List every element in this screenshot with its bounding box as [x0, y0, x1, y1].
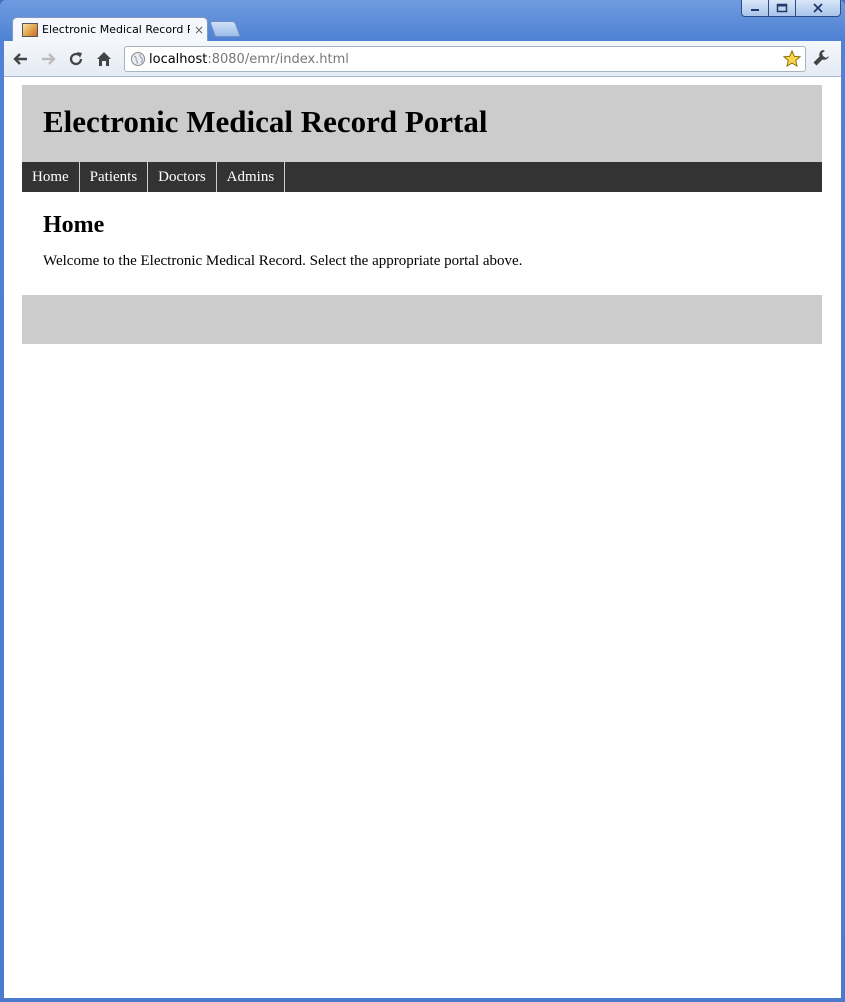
browser-toolbar: localhost:8080/emr/index.html: [4, 41, 841, 77]
url-path: :8080/emr/index.html: [207, 51, 349, 67]
site-header: Electronic Medical Record Portal: [22, 85, 822, 162]
url-text: localhost:8080/emr/index.html: [149, 52, 349, 67]
back-button[interactable]: [10, 48, 32, 70]
wrench-icon[interactable]: [812, 49, 830, 67]
welcome-text: Welcome to the Electronic Medical Record…: [43, 253, 523, 269]
tab-strip: Electronic Medical Record Portal ×: [0, 15, 845, 41]
star-icon[interactable]: [783, 50, 801, 68]
tab-active[interactable]: Electronic Medical Record Portal ×: [12, 17, 208, 41]
page-heading: Home: [43, 212, 105, 238]
home-icon: [97, 52, 111, 66]
close-icon: [813, 3, 823, 13]
back-arrow-icon: [13, 53, 27, 65]
nav-patients[interactable]: Patients: [80, 162, 149, 192]
main-content: Home Welcome to the Electronic Medical R…: [22, 192, 822, 295]
home-button[interactable]: [93, 48, 115, 70]
nav-home[interactable]: Home: [22, 162, 80, 192]
forward-button[interactable]: [37, 48, 59, 70]
browser-window: Electronic Medical Record Portal × local…: [0, 0, 845, 1002]
page-viewport: Electronic Medical Record Portal Home Pa…: [4, 77, 841, 998]
new-tab-button[interactable]: [209, 21, 241, 37]
tab-title: Electronic Medical Record Portal: [42, 23, 190, 36]
page-container: Electronic Medical Record Portal Home Pa…: [22, 85, 822, 344]
site-nav: Home Patients Doctors Admins: [22, 162, 822, 192]
favicon-icon: [22, 22, 38, 37]
tab-close-icon[interactable]: ×: [194, 24, 204, 36]
url-host: localhost: [149, 51, 208, 67]
site-title: Electronic Medical Record Portal: [43, 104, 488, 139]
site-footer: [22, 295, 822, 344]
reload-icon: [69, 52, 83, 66]
nav-doctors[interactable]: Doctors: [148, 162, 217, 192]
forward-arrow-icon: [42, 53, 56, 65]
reload-button[interactable]: [65, 48, 87, 70]
address-bar[interactable]: localhost:8080/emr/index.html: [124, 46, 806, 72]
nav-admins[interactable]: Admins: [217, 162, 286, 192]
globe-icon: [131, 52, 145, 66]
minimize-icon: [751, 9, 759, 11]
maximize-icon: [776, 3, 788, 13]
